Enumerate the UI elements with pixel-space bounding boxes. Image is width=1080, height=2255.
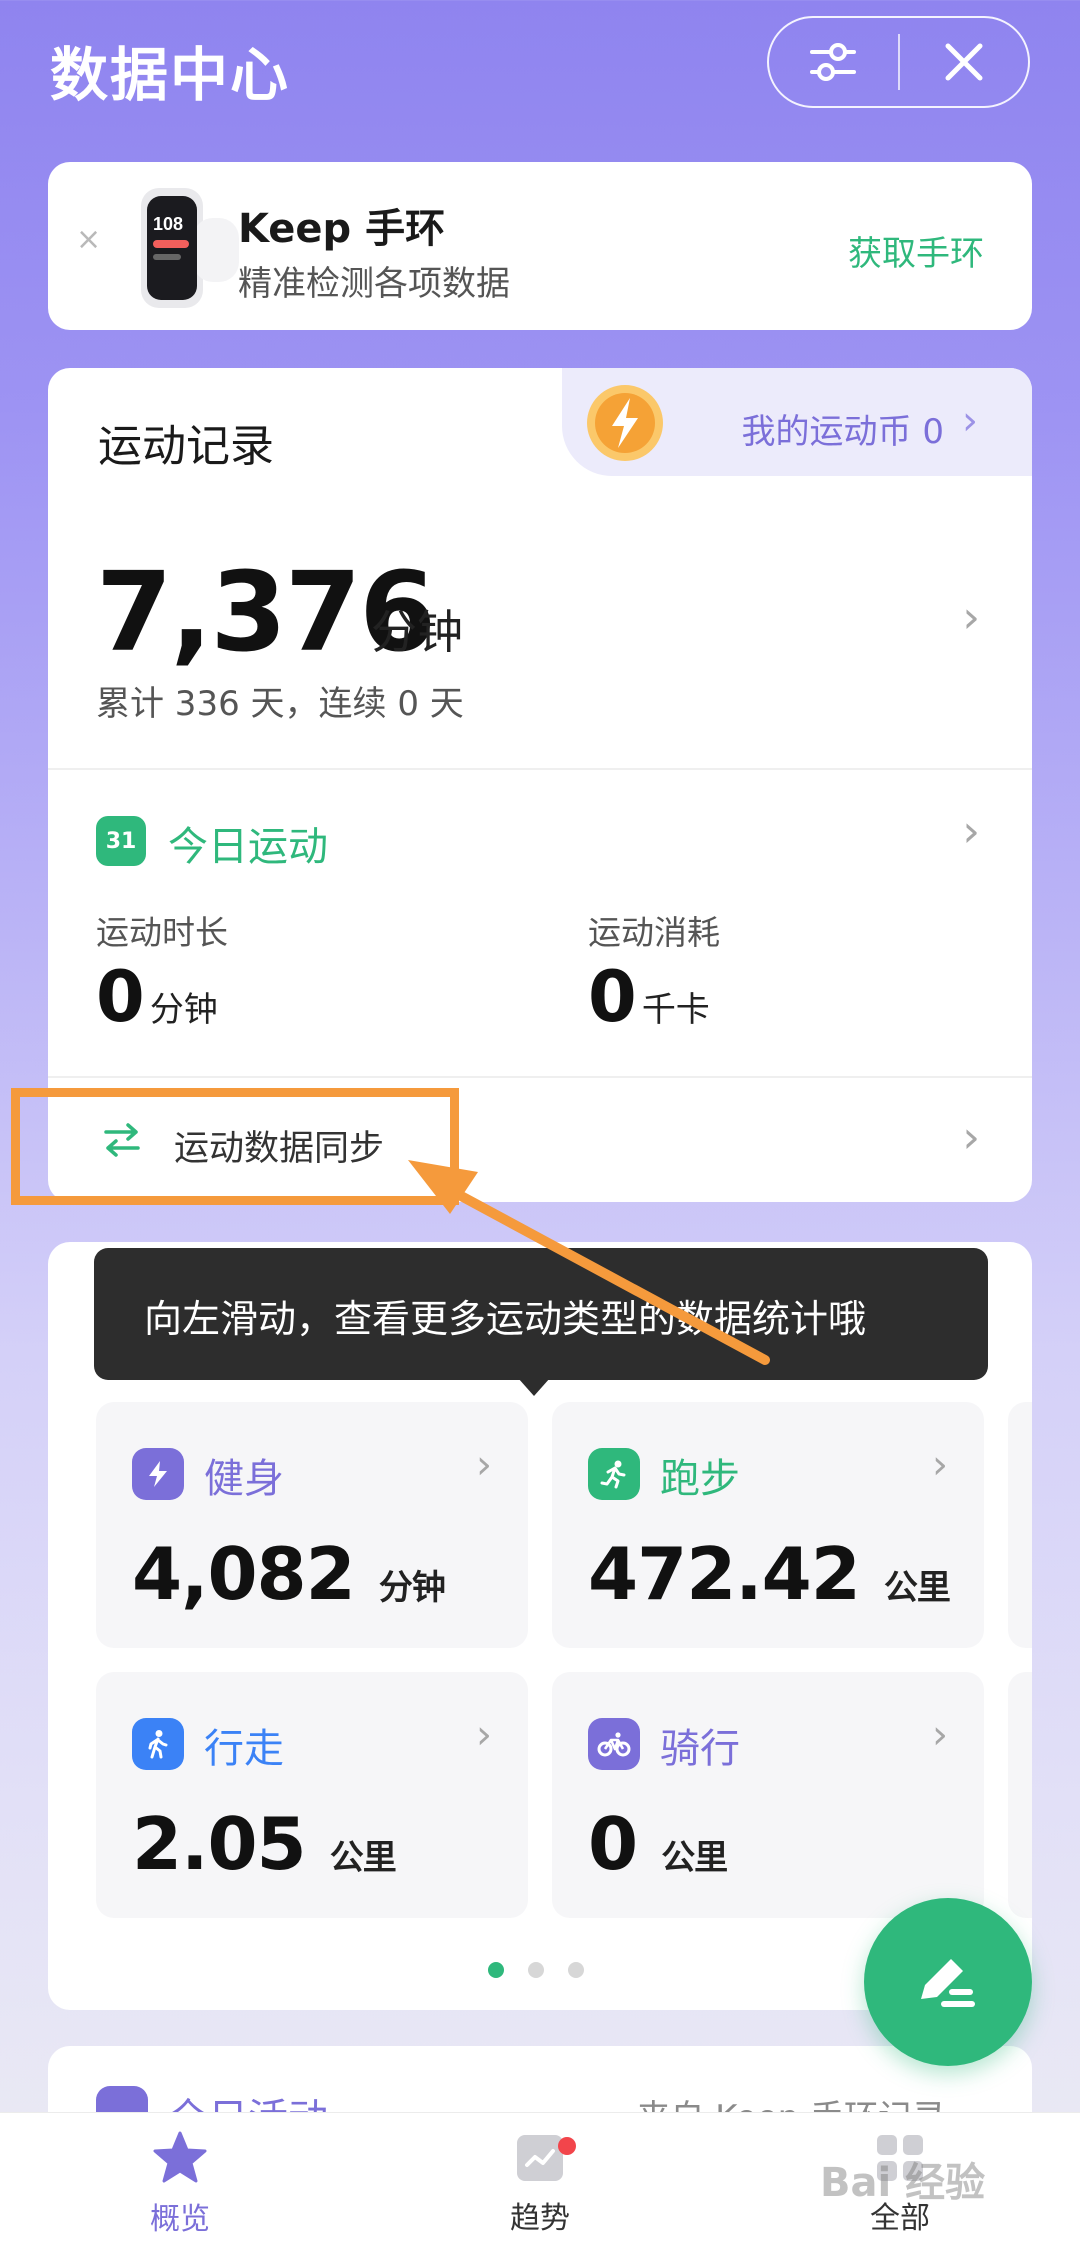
calendar-icon: 31	[96, 816, 146, 866]
bicycle-icon	[588, 1718, 640, 1770]
tile-value: 0	[588, 1802, 638, 1886]
calories-unit: 千卡	[641, 990, 710, 1030]
smart-band-image: 108	[141, 188, 239, 308]
chevron-right-icon: ›	[962, 1112, 980, 1163]
close-button[interactable]	[900, 18, 1029, 106]
total-time-row[interactable]: 7,376 分钟 累计 336 天，连续 0 天 ›	[48, 508, 1032, 738]
exercise-types-card: 向左滑动，查看更多运动类型的数据统计哦 健身 › 4,082 分钟 跑步 › 4…	[48, 1242, 1032, 2010]
chevron-right-icon: ›	[962, 806, 980, 857]
close-icon	[945, 43, 983, 81]
coins-chevron-icon: ›	[962, 398, 978, 444]
nav-item-overview[interactable]: 概览	[0, 2113, 360, 2255]
tile-walking[interactable]: 行走 › 2.05 公里	[96, 1672, 528, 1918]
page-dot	[528, 1962, 544, 1978]
duration-stat: 0 分钟	[96, 956, 218, 1038]
tile-label: 健身	[204, 1456, 284, 1502]
exercise-records-card: 我的运动币 0 › 运动记录 7,376 分钟 累计 336 天，连续 0 天 …	[48, 368, 1032, 1202]
tile-label: 跑步	[660, 1456, 740, 1502]
banner-title: Keep 手环	[238, 206, 446, 252]
nav-item-trends[interactable]: 趋势	[360, 2113, 720, 2255]
get-band-link[interactable]: 获取手环	[848, 226, 984, 275]
highlight-box	[11, 1088, 459, 1205]
tile-fitness[interactable]: 健身 › 4,082 分钟	[96, 1402, 528, 1648]
tile-value-row: 0 公里	[588, 1802, 728, 1886]
notification-badge	[558, 2137, 576, 2155]
tile-label: 行走	[204, 1726, 284, 1772]
banner-close-button[interactable]: ×	[76, 222, 101, 257]
tile-value-row: 4,082 分钟	[132, 1532, 446, 1616]
records-title: 运动记录	[98, 421, 274, 472]
baidu-watermark: Bai 经验	[820, 2160, 986, 2206]
chevron-right-icon: ›	[932, 1712, 948, 1758]
tile-value: 4,082	[132, 1532, 356, 1616]
tile-value-row: 472.42 公里	[588, 1532, 951, 1616]
tile-cycling[interactable]: 骑行 › 0 公里	[552, 1672, 984, 1918]
calories-value: 0	[588, 956, 637, 1038]
chevron-right-icon: ›	[962, 592, 980, 643]
keep-band-banner[interactable]: × 108 Keep 手环 精准检测各项数据 获取手环	[48, 162, 1032, 330]
tile-unit: 公里	[329, 1838, 397, 1878]
tile-running[interactable]: 跑步 › 472.42 公里	[552, 1402, 984, 1648]
today-exercise-title: 今日运动	[168, 824, 328, 870]
page-indicator	[488, 1962, 584, 1978]
swipe-hint-tooltip: 向左滑动，查看更多运动类型的数据统计哦	[94, 1248, 988, 1380]
tile-value: 472.42	[588, 1532, 861, 1616]
filter-button[interactable]	[769, 18, 898, 106]
calories-stat: 0 千卡	[588, 956, 710, 1038]
walker-icon	[132, 1718, 184, 1770]
chevron-right-icon: ›	[476, 1712, 492, 1758]
banner-subtitle: 精准检测各项数据	[238, 264, 510, 304]
coins-tab[interactable]: 我的运动币 0 ›	[562, 368, 1032, 476]
next-page-tile-peek	[1008, 1402, 1032, 1648]
nav-label-trends: 趋势	[510, 2201, 570, 2236]
star-icon	[153, 2131, 207, 2183]
tile-unit: 公里	[883, 1568, 951, 1608]
edit-pen-icon	[921, 1959, 975, 2007]
duration-value: 0	[96, 956, 145, 1038]
duration-label: 运动时长	[96, 913, 228, 952]
tile-value-row: 2.05 公里	[132, 1802, 397, 1886]
next-page-tile-peek	[1008, 1672, 1032, 1918]
duration-unit: 分钟	[149, 990, 218, 1030]
page-dot	[568, 1962, 584, 1978]
lightning-icon	[132, 1448, 184, 1500]
trend-chart-icon	[517, 2135, 563, 2181]
cumulative-days-text: 累计 336 天，连续 0 天	[96, 684, 464, 724]
tile-value: 2.05	[132, 1802, 307, 1886]
tile-unit: 分钟	[378, 1568, 446, 1608]
tile-unit: 公里	[661, 1838, 728, 1878]
chevron-right-icon: ›	[476, 1442, 492, 1488]
total-minutes-unit: 分钟	[371, 605, 463, 659]
coins-text: 我的运动币 0	[741, 412, 944, 452]
tooltip-pointer	[518, 1378, 550, 1396]
header-actions	[767, 16, 1030, 108]
chevron-right-icon: ›	[932, 1442, 948, 1488]
sliders-icon	[810, 43, 857, 81]
tile-label: 骑行	[660, 1726, 740, 1772]
band-time-text: 108	[153, 214, 183, 234]
today-exercise-section[interactable]: 31 今日运动 › 运动时长 0 分钟 运动消耗 0 千卡	[48, 770, 1032, 1070]
page-title: 数据中心	[50, 41, 291, 109]
nav-label-overview: 概览	[150, 2202, 210, 2237]
swipe-hint-text: 向左滑动，查看更多运动类型的数据统计哦	[144, 1297, 867, 1341]
add-record-fab[interactable]	[864, 1898, 1032, 2066]
calories-label: 运动消耗	[588, 913, 720, 952]
lightning-coin-icon	[587, 385, 663, 461]
page-dot	[488, 1962, 504, 1978]
runner-icon	[588, 1448, 640, 1500]
